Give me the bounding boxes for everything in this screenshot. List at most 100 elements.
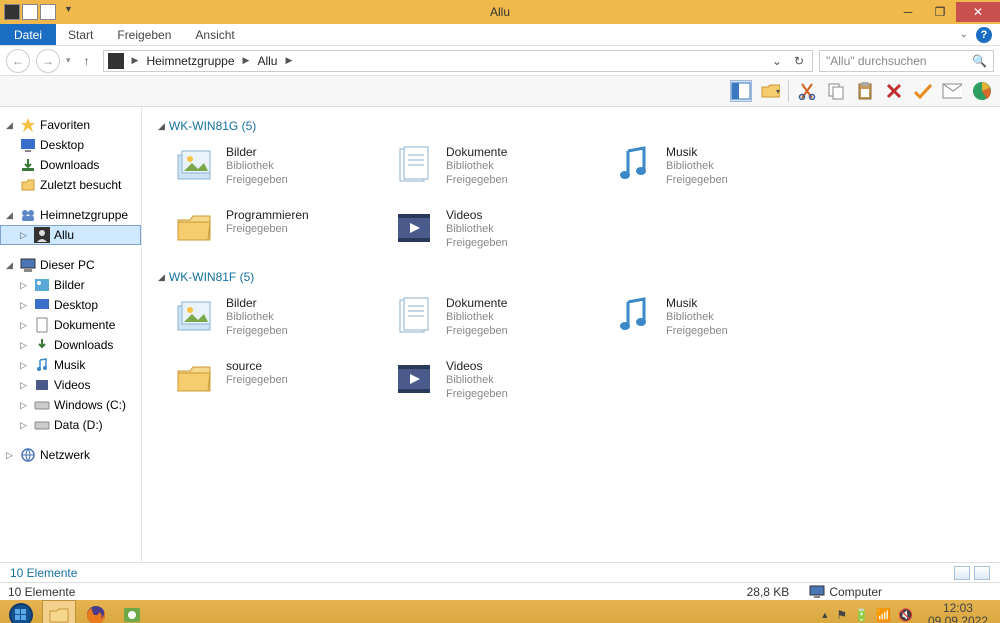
item-meta: Freigegeben <box>226 373 288 387</box>
check-button[interactable] <box>912 80 934 102</box>
taskbar-explorer[interactable] <box>42 600 76 623</box>
item-tile[interactable]: BilderBibliothekFreigegeben <box>158 292 378 355</box>
sidebar-item-recent[interactable]: Zuletzt besucht <box>0 175 141 195</box>
forward-button[interactable]: → <box>36 49 60 73</box>
person-icon <box>34 227 50 243</box>
refresh-button[interactable]: ↻ <box>790 54 808 68</box>
app-icon <box>4 4 20 20</box>
breadcrumb[interactable]: ▶ Heimnetzgruppe ▶ Allu ▶ ⌄ ↻ <box>103 50 813 72</box>
item-name: Dokumente <box>446 296 508 310</box>
address-dropdown-icon[interactable]: ⌄ <box>768 54 786 68</box>
collapse-icon: ◢ <box>158 272 165 283</box>
chevron-right-icon[interactable]: ▶ <box>132 55 139 66</box>
sidebar-item-drive-d[interactable]: ▷Data (D:) <box>0 415 141 435</box>
expand-icon: ▷ <box>20 360 30 371</box>
sidebar-item-drive-c[interactable]: ▷Windows (C:) <box>0 395 141 415</box>
breadcrumb-homegroup[interactable]: Heimnetzgruppe <box>146 54 234 68</box>
expand-icon: ▷ <box>20 300 30 311</box>
folder-icon <box>174 208 214 248</box>
item-tile[interactable]: DokumenteBibliothekFreigegeben <box>378 292 598 355</box>
tray-flag-icon[interactable]: ⚑ <box>836 608 847 622</box>
item-tile[interactable]: VideosBibliothekFreigegeben <box>378 204 598 267</box>
copy-button[interactable] <box>825 80 847 102</box>
preview-pane-button[interactable] <box>730 80 752 102</box>
documents-icon <box>34 317 50 333</box>
download-icon <box>20 157 36 173</box>
taskbar-firefox[interactable] <box>80 601 112 623</box>
quick-icon-2[interactable] <box>40 4 56 20</box>
tray-volume-icon[interactable]: 🔇 <box>898 608 913 622</box>
sidebar-item-videos[interactable]: ▷Videos <box>0 375 141 395</box>
tray-battery-icon[interactable]: 🔋 <box>854 608 869 622</box>
tray-arrow-icon[interactable]: ▲ <box>820 610 829 620</box>
details-bar: 10 Elemente 28,8 KB Computer <box>0 582 1000 600</box>
tray-network-icon[interactable]: 📶 <box>876 608 891 622</box>
item-tile[interactable]: BilderBibliothekFreigegeben <box>158 141 378 204</box>
chevron-right-icon[interactable]: ▶ <box>285 55 292 66</box>
group-name: WK-WIN81G (5) <box>169 119 256 133</box>
sidebar-item-bilder[interactable]: ▷Bilder <box>0 275 141 295</box>
view-details-button[interactable] <box>954 566 970 580</box>
group-header[interactable]: ◢WK-WIN81F (5) <box>158 270 984 284</box>
sidebar-network[interactable]: ▷ Netzwerk <box>0 445 141 465</box>
chevron-down-icon[interactable]: ⌄ <box>960 29 968 40</box>
sidebar-item-downloads-pc[interactable]: ▷Downloads <box>0 335 141 355</box>
mail-button[interactable] <box>941 80 963 102</box>
item-name: Videos <box>446 359 508 373</box>
maximize-button[interactable]: ❐ <box>924 2 956 22</box>
details-location: Computer <box>809 585 882 599</box>
item-name: Musik <box>666 296 728 310</box>
up-button[interactable]: ↑ <box>77 51 97 71</box>
taskbar-clock[interactable]: 12:03 09.09.2022 <box>920 602 996 623</box>
start-tab[interactable]: Start <box>56 24 105 45</box>
close-button[interactable]: ✕ <box>956 2 1000 22</box>
quick-icon-1[interactable] <box>22 4 38 20</box>
content-pane[interactable]: ◢ WK-WIN81G (5) BilderBibliothekFreigegebe… <box>142 107 1000 562</box>
item-meta: Bibliothek <box>666 310 728 324</box>
sidebar-favorites[interactable]: ◢ Favoriten <box>0 115 141 135</box>
share-tab[interactable]: Freigeben <box>105 24 183 45</box>
sidebar-item-desktop-pc[interactable]: ▷Desktop <box>0 295 141 315</box>
collapse-icon: ◢ <box>158 121 165 132</box>
item-meta: Freigegeben <box>666 173 728 187</box>
delete-button[interactable] <box>883 80 905 102</box>
sidebar-item-dokumente[interactable]: ▷Dokumente <box>0 315 141 335</box>
item-meta: Freigegeben <box>446 173 508 187</box>
start-button[interactable] <box>4 602 38 623</box>
item-tile[interactable]: VideosBibliothekFreigegeben <box>378 355 598 418</box>
item-tile[interactable]: MusikBibliothekFreigegeben <box>598 292 818 355</box>
minimize-button[interactable]: ─ <box>892 2 924 22</box>
search-icon: 🔍 <box>972 54 987 68</box>
item-meta: Bibliothek <box>666 159 728 173</box>
item-tile[interactable]: DokumenteBibliothekFreigegeben <box>378 141 598 204</box>
breadcrumb-allu[interactable]: Allu <box>257 54 277 68</box>
sidebar-item-allu[interactable]: ▷ Allu <box>0 225 141 245</box>
history-dropdown-icon[interactable]: ▾ <box>66 55 71 66</box>
shell-button[interactable] <box>970 80 992 102</box>
library-pictures-icon <box>174 145 214 185</box>
search-input[interactable]: "Allu" durchsuchen 🔍 <box>819 50 994 72</box>
sidebar-this-pc[interactable]: ◢ Dieser PC <box>0 255 141 275</box>
sidebar-item-desktop[interactable]: Desktop <box>0 135 141 155</box>
view-tab[interactable]: Ansicht <box>183 24 246 45</box>
item-meta: Bibliothek <box>446 222 508 236</box>
sidebar-item-downloads[interactable]: Downloads <box>0 155 141 175</box>
item-tile[interactable]: MusikBibliothekFreigegeben <box>598 141 818 204</box>
taskbar: ▲ ⚑ 🔋 📶 🔇 12:03 09.09.2022 <box>0 600 1000 623</box>
taskbar-app[interactable] <box>116 601 148 623</box>
group-header[interactable]: ◢ WK-WIN81G (5) <box>158 119 984 133</box>
item-tile[interactable]: ProgrammierenFreigegeben <box>158 204 378 267</box>
back-button[interactable]: ← <box>6 49 30 73</box>
quick-access-dropdown-icon[interactable]: ▼ <box>64 4 73 20</box>
sidebar-item-musik[interactable]: ▷Musik <box>0 355 141 375</box>
organize-button[interactable]: ▾ <box>759 80 781 102</box>
star-icon <box>20 117 36 133</box>
item-tile[interactable]: sourceFreigegeben <box>158 355 378 418</box>
view-tiles-button[interactable] <box>974 566 990 580</box>
cut-button[interactable] <box>796 80 818 102</box>
chevron-right-icon[interactable]: ▶ <box>243 55 250 66</box>
help-button[interactable]: ? <box>976 27 992 43</box>
file-menu[interactable]: Datei <box>0 24 56 45</box>
sidebar-homegroup[interactable]: ◢ Heimnetzgruppe <box>0 205 141 225</box>
paste-button[interactable] <box>854 80 876 102</box>
